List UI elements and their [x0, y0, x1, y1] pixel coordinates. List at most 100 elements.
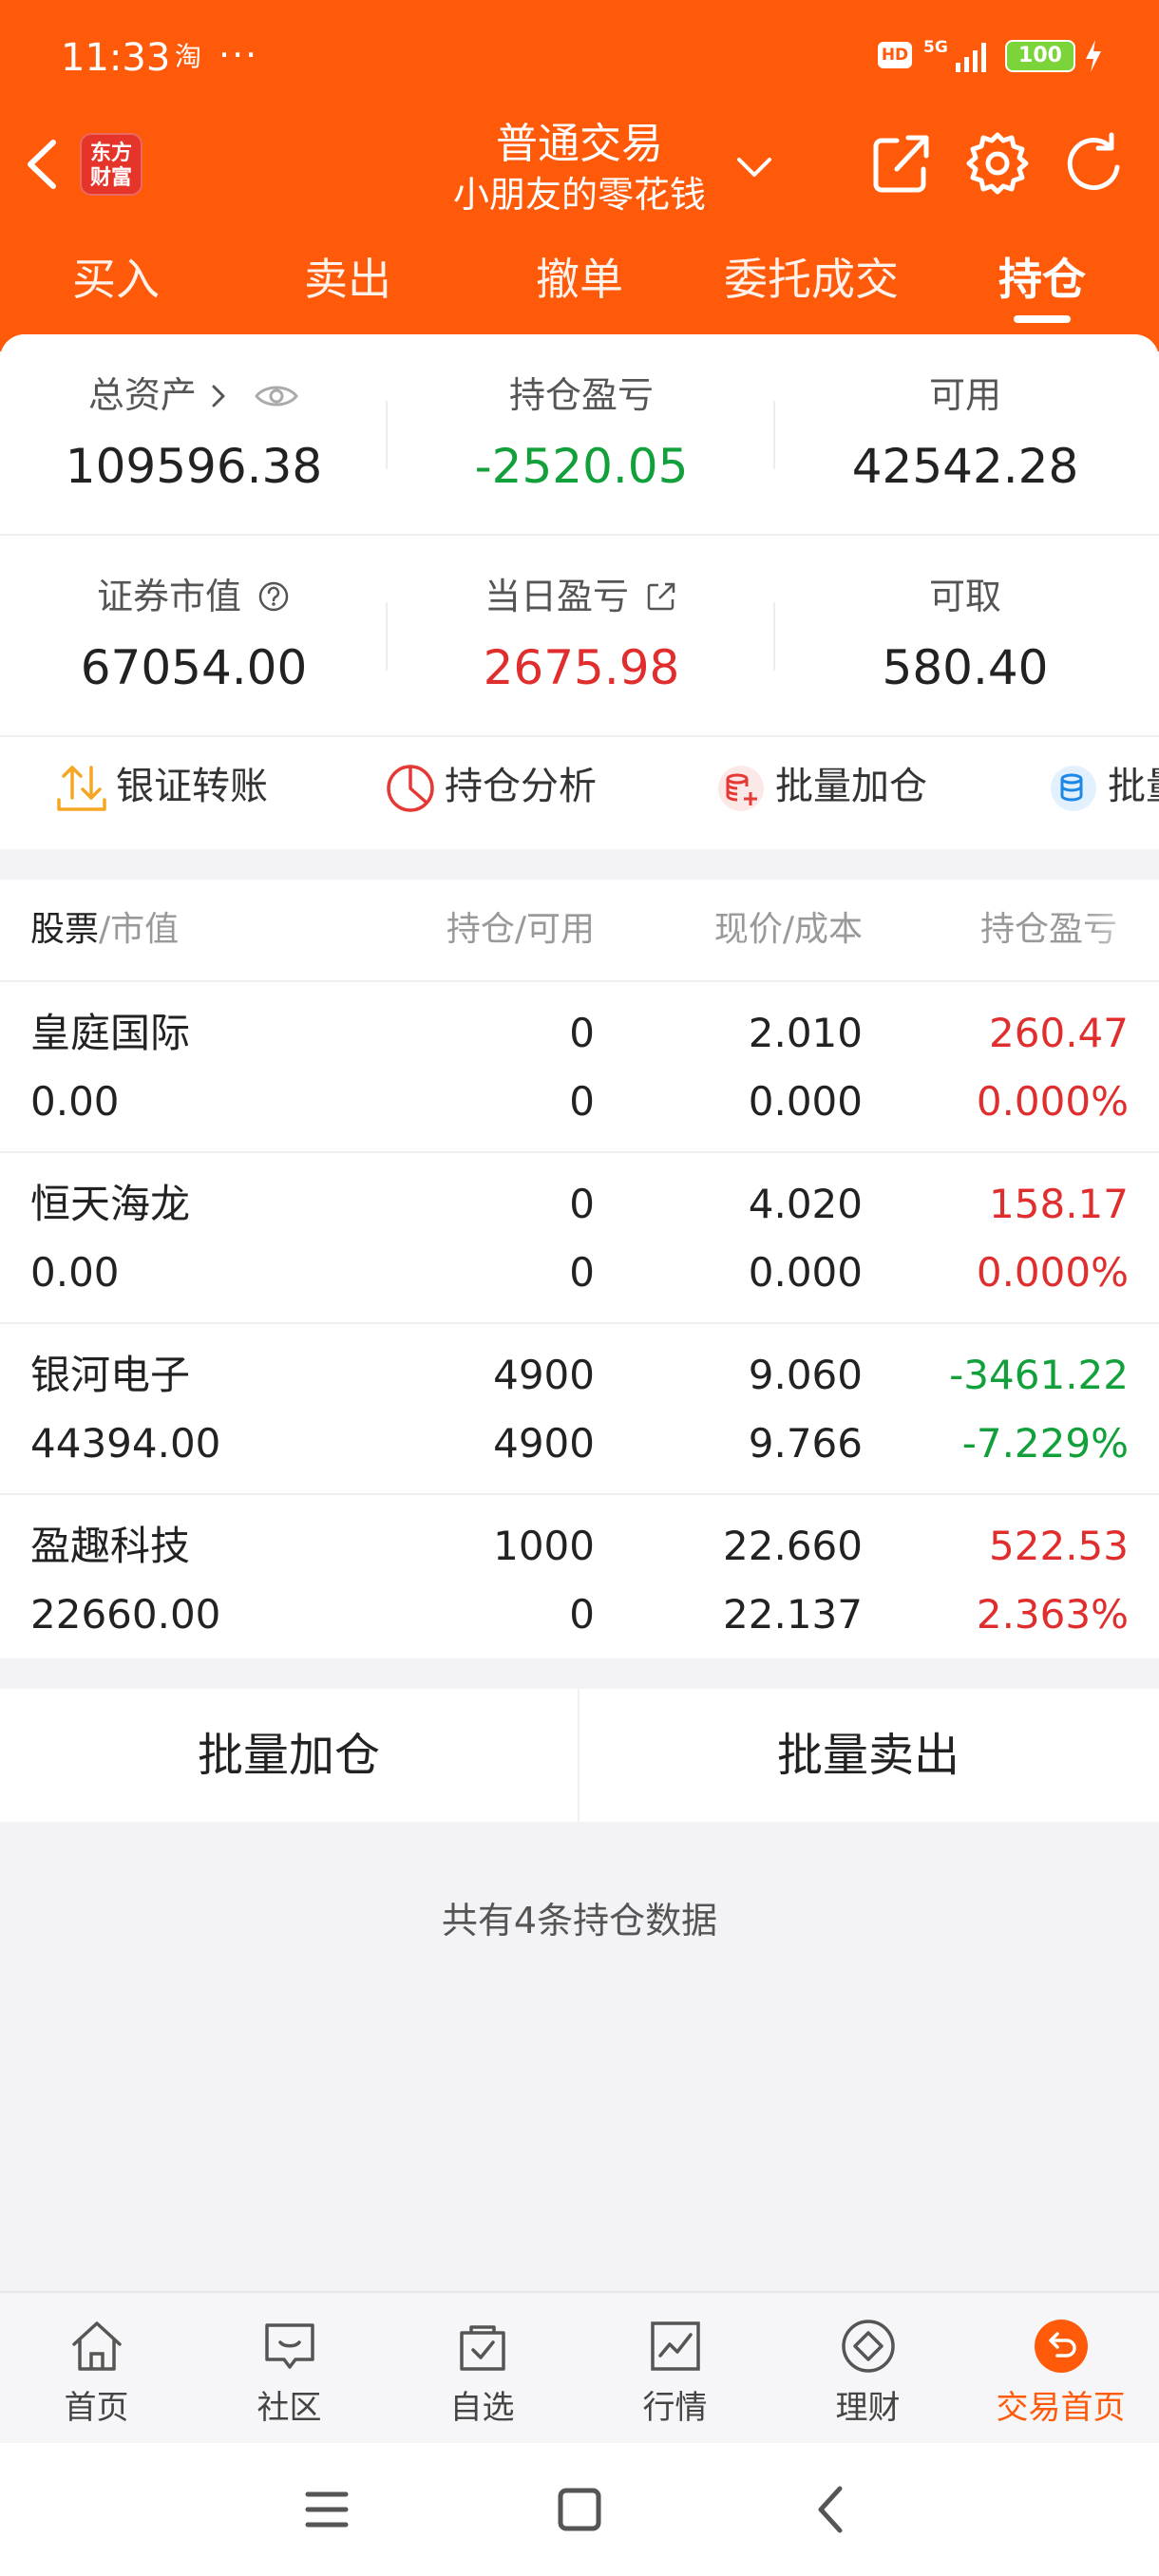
chevron-down-icon[interactable]	[732, 150, 777, 184]
external-link-icon[interactable]	[644, 579, 678, 614]
watchlist-bag-icon	[460, 2325, 505, 2371]
menu-icon[interactable]	[298, 2481, 355, 2538]
nav-home-label: 首页	[64, 2389, 129, 2427]
nav-community[interactable]: 社区	[193, 2293, 386, 2445]
table-row[interactable]: 皇庭国际 0 2.010 260.47 0.00 0 0.000 0.000%	[0, 980, 1159, 1151]
line-chart-icon	[651, 2321, 700, 2371]
trade-tabs: 买入 卖出 撤单 委托成交 持仓	[0, 237, 1159, 323]
home-icon	[72, 2321, 122, 2371]
daily-pnl-label[interactable]: 当日盈亏	[388, 568, 775, 625]
holding-pnl: 158.17	[989, 1181, 1129, 1227]
holding-qty: 0	[569, 1181, 595, 1227]
back-icon[interactable]	[804, 2481, 861, 2538]
nav-watchlist-label: 自选	[449, 2389, 515, 2427]
table-row[interactable]: 银河电子 4900 9.060 -3461.22 44394.00 4900 9…	[0, 1322, 1159, 1493]
account-name[interactable]: 小朋友的零花钱	[390, 171, 770, 218]
withdrawable-cell: 可取 580.40	[771, 536, 1159, 735]
batch-sell-button[interactable]: 批量卖出	[580, 1689, 1157, 1822]
holding-qty: 4900	[493, 1352, 595, 1398]
table-header: 股票/市值 持仓/可用 现价/成本 持仓盈亏	[0, 880, 1159, 980]
chevron-right-icon	[212, 385, 225, 407]
tab-sell[interactable]: 卖出	[272, 237, 424, 321]
available-qty: 4900	[493, 1420, 595, 1467]
scroll-fade	[1083, 880, 1159, 980]
current-price: 2.010	[748, 1010, 863, 1056]
tab-buy[interactable]: 买入	[40, 237, 192, 321]
nav-community-label: 社区	[256, 2389, 322, 2427]
battery-icon: 100	[1005, 40, 1075, 72]
tab-positions[interactable]: 持仓	[966, 237, 1118, 321]
charging-icon	[1086, 40, 1101, 72]
nav-wealth[interactable]: 理财	[771, 2293, 964, 2445]
account-summary-card: 总资产 109596.38 持仓盈亏 -2520.05 可用 42542.28 …	[0, 334, 1159, 849]
home-square-icon[interactable]	[551, 2481, 608, 2538]
batch-buttons: 批量加仓 批量卖出	[0, 1689, 1159, 1822]
holding-pnl-cell: 持仓盈亏 -2520.05	[388, 334, 775, 534]
nav-bar: 东方 财富 普通交易 小朋友的零花钱	[0, 112, 1159, 232]
col-market-value-label: /市值	[99, 910, 180, 949]
pnl-percent: 2.363%	[976, 1591, 1129, 1638]
chat-icon	[265, 2323, 314, 2369]
tab-orders-trades[interactable]: 委托成交	[697, 237, 925, 321]
col-holding-header: 持仓/可用	[446, 910, 595, 949]
content-sheet: 总资产 109596.38 持仓盈亏 -2520.05 可用 42542.28 …	[0, 334, 1159, 2291]
holding-pnl-value: -2520.05	[474, 439, 689, 494]
help-icon[interactable]	[256, 579, 291, 614]
batch-sell-action-label: 批量	[1108, 765, 1159, 808]
refresh-icon[interactable]	[1060, 129, 1129, 198]
batch-add-button[interactable]: 批量加仓	[0, 1689, 578, 1822]
available-label: 可用	[928, 374, 1001, 416]
settings-gear-icon[interactable]	[963, 129, 1032, 198]
daily-pnl-cell[interactable]: 当日盈亏 2675.98	[388, 536, 775, 735]
nav-home[interactable]: 首页	[0, 2293, 193, 2445]
table-row[interactable]: 盈趣科技 1000 22.660 522.53 22660.00 0 22.13…	[0, 1493, 1159, 1664]
system-nav-bar	[0, 2443, 1159, 2576]
back-arrow-icon[interactable]	[19, 135, 66, 194]
holding-pnl: -3461.22	[949, 1352, 1129, 1398]
current-price: 4.020	[748, 1181, 863, 1227]
holding-pnl: 522.53	[989, 1523, 1129, 1569]
pie-chart-icon	[387, 765, 434, 812]
total-assets-label[interactable]: 总资产	[0, 367, 388, 424]
nav-market[interactable]: 行情	[579, 2293, 771, 2445]
col-stock-label: 股票	[30, 910, 100, 949]
pnl-percent: 0.000%	[976, 1078, 1129, 1125]
tab-cancel-order[interactable]: 撤单	[504, 237, 656, 321]
share-icon[interactable]	[868, 129, 935, 198]
nav-trade-home[interactable]: 交易首页	[964, 2293, 1157, 2445]
nav-wealth-label: 理财	[835, 2389, 901, 2427]
transfer-icon	[57, 766, 106, 811]
stock-name: 恒天海龙	[30, 1181, 191, 1227]
cost-price: 0.000	[748, 1249, 863, 1296]
stock-name: 盈趣科技	[30, 1523, 191, 1569]
eye-icon[interactable]	[254, 382, 299, 410]
total-assets-label-text: 总资产	[87, 374, 197, 416]
current-price: 22.660	[723, 1523, 863, 1569]
available-value: 42542.28	[851, 439, 1079, 494]
holding-pnl: 260.47	[989, 1010, 1129, 1056]
trade-return-icon	[1035, 2320, 1088, 2373]
nav-market-label: 行情	[642, 2389, 708, 2427]
taobao-icon: 淘	[174, 41, 201, 72]
page-title[interactable]: 普通交易	[390, 114, 770, 175]
batch-sell-icon	[1051, 766, 1096, 811]
col-stock-header: 股票/市值	[30, 880, 179, 980]
available-qty: 0	[569, 1249, 595, 1296]
table-row[interactable]: 恒天海龙 0 4.020 158.17 0.00 0 0.000 0.000%	[0, 1151, 1159, 1322]
bottom-nav: 首页 社区 自选 行情 理财 交易首页	[0, 2291, 1159, 2443]
hd-badge: HD	[878, 42, 912, 68]
cost-price: 9.766	[748, 1420, 863, 1467]
total-assets-cell[interactable]: 总资产 109596.38	[0, 334, 388, 534]
nav-trade-home-label: 交易首页	[996, 2389, 1126, 2427]
quick-actions: 银证转账 持仓分析 批量加仓 批	[0, 735, 1159, 840]
market-value-label: 证券市值	[0, 568, 388, 625]
bank-transfer-label: 银证转账	[116, 765, 268, 808]
market-value-cell: 证券市值 67054.00	[0, 536, 388, 735]
position-analysis-label: 持仓分析	[445, 765, 597, 808]
nav-watchlist[interactable]: 自选	[386, 2293, 579, 2445]
positions-count-text: 共有4条持仓数据	[441, 1900, 718, 1941]
daily-pnl-label-text: 当日盈亏	[484, 576, 629, 617]
app: 11:33 淘 ··· HD 5G 100 东方 财富 普通交易 小朋友的零花钱…	[0, 0, 1159, 2576]
pnl-percent: 0.000%	[976, 1249, 1129, 1296]
market-value-label-text: 证券市值	[96, 576, 241, 617]
